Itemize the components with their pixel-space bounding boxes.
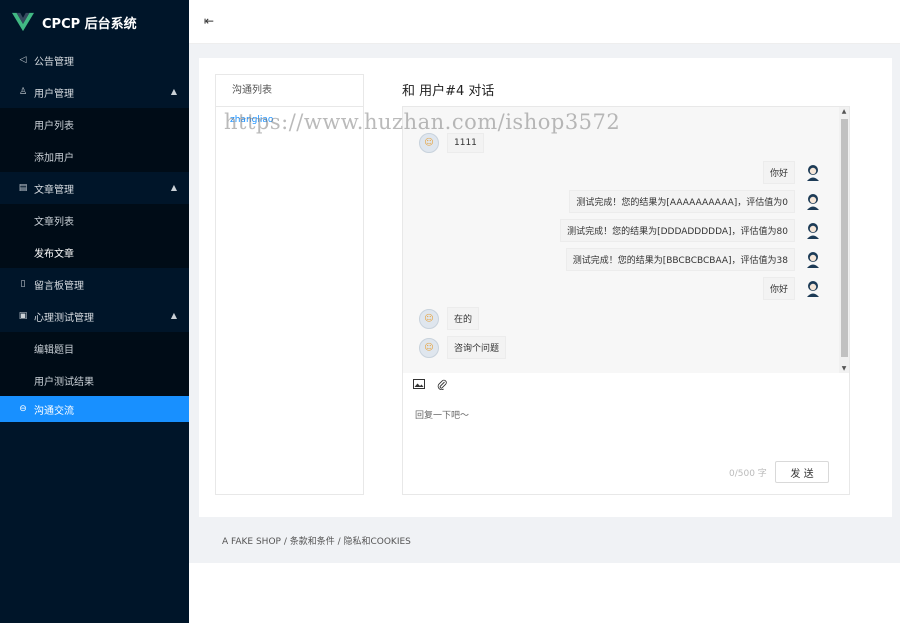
- chevron-up-icon: ▲: [170, 311, 177, 320]
- message-scrollbar[interactable]: ▲ ▼: [839, 107, 849, 373]
- chat-toolbar: [413, 379, 447, 393]
- board-icon: ▯: [20, 279, 26, 289]
- sidebar-item-label: 公告管理: [34, 56, 74, 68]
- sidebar-item-label: 文章列表: [34, 216, 74, 228]
- sidebar-item-chat[interactable]: ⊖ 沟通交流: [0, 396, 189, 422]
- message-list[interactable]: ☺ 1111 你好 测试完成！您的结果为[AAAAAAAAAA]，评估值为0 测…: [403, 107, 849, 373]
- sidebar-item-notice[interactable]: ◁ 公告管理: [0, 44, 189, 76]
- scroll-thumb[interactable]: [841, 119, 848, 357]
- attachment-icon[interactable]: [437, 379, 447, 393]
- app-title: CPCP 后台系统: [42, 16, 137, 32]
- message-bubble: 测试完成！您的结果为[BBCBCBCBAA]，评估值为38: [565, 248, 795, 271]
- chevron-up-icon: ▲: [170, 87, 177, 96]
- message-bubble: 你好: [762, 277, 795, 300]
- sidebar-item-publish-article[interactable]: 发布文章: [0, 236, 189, 268]
- chat-icon: ⊖: [19, 404, 27, 414]
- message-right: 你好: [762, 277, 823, 300]
- sidebar-item-psych-test[interactable]: ▣ 心理测试管理 ▲: [0, 300, 189, 332]
- message-bubble: 你好: [762, 161, 795, 184]
- sidebar-item-label: 文章管理: [34, 184, 74, 196]
- sidebar-item-label: 发布文章: [34, 248, 74, 260]
- message-left: ☺ 在的: [419, 307, 480, 330]
- sidebar-item-label: 心理测试管理: [34, 312, 94, 324]
- chat-panel: ☺ 1111 你好 测试完成！您的结果为[AAAAAAAAAA]，评估值为0 测…: [402, 106, 850, 495]
- sidebar-menu: ◁ 公告管理 ♙ 用户管理 ▲ 用户列表 添加用户 ▤ 文章管理 ▲ 文章列表 …: [0, 44, 189, 422]
- message-bubble: 测试完成！您的结果为[DDDADDDDDA]，评估值为80: [560, 219, 795, 242]
- message-right: 测试完成！您的结果为[DDDADDDDDA]，评估值为80: [560, 219, 823, 242]
- message-bubble: 咨询个问题: [447, 336, 507, 359]
- message-right: 你好: [762, 161, 823, 184]
- sidebar-item-message-board[interactable]: ▯ 留言板管理: [0, 268, 189, 300]
- vue-logo-icon: [12, 12, 34, 32]
- sidebar-item-edit-questions[interactable]: 编辑题目: [0, 332, 189, 364]
- user-avatar-icon: ☺: [419, 133, 439, 153]
- sidebar-item-label: 用户列表: [34, 120, 74, 132]
- sidebar-item-article-list[interactable]: 文章列表: [0, 204, 189, 236]
- admin-avatar-icon: [803, 221, 823, 241]
- sidebar: CPCP 后台系统 ◁ 公告管理 ♙ 用户管理 ▲ 用户列表 添加用户 ▤ 文章…: [0, 0, 189, 623]
- message-right: 测试完成！您的结果为[BBCBCBCBAA]，评估值为38: [565, 248, 823, 271]
- sidebar-item-article-management[interactable]: ▤ 文章管理 ▲: [0, 172, 189, 204]
- message-bubble: 1111: [447, 133, 484, 153]
- sidebar-item-user-management[interactable]: ♙ 用户管理 ▲: [0, 76, 189, 108]
- message-left: ☺ 1111: [419, 133, 484, 153]
- admin-avatar-icon: [803, 250, 823, 270]
- chevron-up-icon: ▲: [170, 183, 177, 192]
- scroll-down-icon[interactable]: ▼: [839, 365, 849, 372]
- admin-avatar-icon: [803, 163, 823, 183]
- char-counter: 0/500 字: [729, 469, 767, 479]
- sidebar-item-label: 编辑题目: [34, 344, 74, 356]
- notice-icon: ◁: [19, 55, 27, 65]
- user-avatar-icon: ☺: [419, 337, 439, 358]
- sidebar-item-test-results[interactable]: 用户测试结果: [0, 364, 189, 396]
- logo[interactable]: CPCP 后台系统: [0, 0, 189, 44]
- sidebar-item-user-list[interactable]: 用户列表: [0, 108, 189, 140]
- scroll-up-icon[interactable]: ▲: [839, 108, 849, 115]
- sidebar-item-label: 用户管理: [34, 88, 74, 100]
- sidebar-item-add-user[interactable]: 添加用户: [0, 140, 189, 172]
- conversation-item[interactable]: zhangliao: [230, 115, 273, 125]
- article-icon: ▤: [18, 183, 28, 193]
- reply-input[interactable]: 回复一下吧～: [415, 408, 469, 421]
- message-left: ☺ 咨询个问题: [419, 336, 507, 359]
- message-bubble: 测试完成！您的结果为[AAAAAAAAAA]，评估值为0: [569, 190, 795, 213]
- user-avatar-icon: ☺: [419, 308, 439, 329]
- conversation-list: 沟通列表 zhangliao: [215, 74, 364, 495]
- message-bubble: 在的: [447, 307, 480, 330]
- test-icon: ▣: [18, 311, 28, 321]
- user-icon: ♙: [18, 87, 28, 97]
- send-button[interactable]: 发 送: [775, 461, 829, 483]
- menu-fold-icon[interactable]: ⇤: [204, 14, 214, 28]
- admin-avatar-icon: [803, 192, 823, 212]
- chat-title: 和 用户#4 对话: [402, 84, 495, 99]
- conversation-list-header: 沟通列表: [216, 75, 363, 107]
- admin-avatar-icon: [803, 279, 823, 299]
- sidebar-item-label: 留言板管理: [34, 280, 84, 292]
- image-icon[interactable]: [413, 379, 425, 393]
- message-right: 测试完成！您的结果为[AAAAAAAAAA]，评估值为0: [569, 190, 823, 213]
- footer-links[interactable]: A FAKE SHOP / 条款和条件 / 隐私和COOKIES: [222, 534, 411, 547]
- sidebar-item-label: 用户测试结果: [34, 376, 94, 388]
- sidebar-item-label: 添加用户: [34, 152, 74, 164]
- sidebar-item-label: 沟通交流: [34, 405, 74, 417]
- top-header: ⇤: [189, 0, 900, 44]
